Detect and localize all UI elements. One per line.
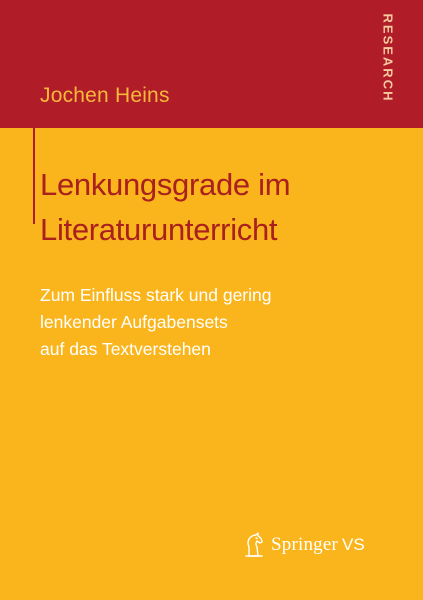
book-cover: Jochen Heins RESEARCH Lenkungsgrade im L…: [0, 0, 423, 600]
series-label: RESEARCH: [380, 13, 396, 103]
top-red-band: [0, 0, 423, 128]
book-title: Lenkungsgrade im Literaturunterricht: [40, 162, 291, 252]
author-name: Jochen Heins: [40, 84, 170, 107]
subtitle-line-2: lenkender Aufgabensets: [40, 312, 228, 332]
springer-horse-logo-icon: [245, 532, 263, 557]
publisher-logo: Springer VS: [243, 531, 365, 559]
vertical-divider-line: [33, 0, 35, 224]
publisher-suffix: VS: [342, 535, 365, 554]
title-line-2: Literaturunterricht: [40, 212, 278, 247]
subtitle-line-3: auf das Textverstehen: [40, 339, 211, 359]
book-subtitle: Zum Einfluss stark und gering lenkender …: [40, 282, 272, 363]
subtitle-line-1: Zum Einfluss stark und gering: [40, 285, 272, 305]
publisher-name: Springer: [271, 534, 339, 555]
title-line-1: Lenkungsgrade im: [40, 167, 291, 202]
